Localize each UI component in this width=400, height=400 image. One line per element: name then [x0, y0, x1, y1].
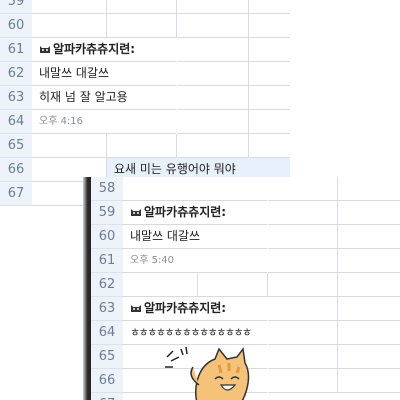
message-text: 내말쓰 대갈쓰 — [130, 229, 201, 243]
cell[interactable] — [338, 321, 400, 345]
cell[interactable] — [249, 14, 290, 38]
cat-face-icon — [39, 39, 51, 53]
cat-face-icon — [130, 202, 142, 216]
cell[interactable] — [268, 249, 338, 273]
sender-name: 알파카츄츄지련: — [53, 42, 136, 56]
cell[interactable] — [249, 62, 290, 86]
message-text: 히재 넘 잘 알고용 — [39, 90, 128, 104]
cell[interactable] — [338, 273, 400, 297]
row-header[interactable]: 58 — [91, 177, 123, 201]
cell[interactable] — [268, 201, 338, 225]
row-header[interactable]: 60 — [0, 14, 32, 38]
cell[interactable] — [249, 38, 290, 62]
cell[interactable] — [338, 345, 400, 369]
table-row: 63 알파카츄츄지련: — [91, 297, 400, 321]
cell[interactable] — [107, 0, 177, 14]
table-row: 65 — [0, 134, 290, 158]
table-row: 62 내말쓰 대갈쓰 — [0, 62, 290, 86]
cell[interactable] — [268, 273, 338, 297]
row-header[interactable]: 64 — [0, 110, 32, 134]
cell[interactable] — [177, 134, 249, 158]
cell[interactable] — [32, 0, 107, 14]
message-time: 오후 4:16 — [39, 116, 84, 127]
table-row: 59 — [0, 0, 290, 14]
sender-name: 알파카츄츄지련: — [144, 301, 227, 315]
laughing-cat-sticker — [159, 345, 259, 400]
message-text: 내말쓰 대갈쓰 — [39, 66, 110, 80]
cell[interactable] — [177, 0, 249, 14]
cell[interactable] — [198, 273, 268, 297]
cell[interactable] — [123, 177, 267, 201]
sender-name: 알파카츄츄지련: — [144, 205, 227, 219]
message-text: ㅎㅎㅎㅎㅎㅎㅎㅎㅎㅎㅎㅎㅎㅎ — [130, 326, 252, 339]
table-row: 62 — [91, 273, 400, 297]
cell[interactable] — [268, 345, 338, 369]
cell[interactable] — [107, 14, 177, 38]
row-header[interactable]: 66 — [0, 158, 32, 182]
cell[interactable] — [338, 201, 400, 225]
table-row: 63 히재 넘 잘 알고용 — [0, 86, 290, 110]
table-row: 60 내말쓰 대갈쓰 — [91, 225, 400, 249]
cell[interactable] — [249, 110, 290, 134]
table-row: 64 ㅎㅎㅎㅎㅎㅎㅎㅎㅎㅎㅎㅎㅎㅎ — [91, 321, 400, 345]
cell[interactable] — [177, 38, 249, 62]
cell[interactable] — [249, 0, 290, 14]
message-time: 오후 5:40 — [130, 255, 175, 266]
message-sender: 알파카츄츄지련: — [130, 201, 226, 224]
cell[interactable] — [338, 177, 400, 201]
cell[interactable] — [249, 86, 290, 110]
cell[interactable] — [32, 14, 107, 38]
row-header[interactable]: 63 — [0, 86, 32, 110]
cell[interactable] — [249, 134, 290, 158]
cell[interactable] — [177, 110, 249, 134]
cell[interactable] — [268, 225, 338, 249]
row-header[interactable]: 59 — [91, 201, 123, 225]
cell[interactable] — [338, 369, 400, 393]
table-row: 60 — [0, 14, 290, 38]
row-header[interactable]: 65 — [91, 345, 123, 369]
message-sender: 알파카츄츄지련: — [39, 38, 135, 61]
row-header[interactable]: 60 — [91, 225, 123, 249]
table-row: 61 오후 5:40 — [91, 249, 400, 273]
cell[interactable] — [338, 297, 400, 321]
cell[interactable] — [268, 321, 338, 345]
row-header[interactable]: 61 — [0, 38, 32, 62]
cell[interactable] — [268, 177, 338, 201]
message-sender: 알파카츄츄지련: — [130, 297, 226, 320]
table-row: 61 알파카츄츄지련: — [0, 38, 290, 62]
row-header[interactable]: 62 — [0, 62, 32, 86]
cell[interactable] — [32, 134, 107, 158]
cell[interactable] — [177, 62, 249, 86]
cell[interactable] — [338, 225, 400, 249]
cell[interactable] — [107, 134, 177, 158]
cell[interactable] — [338, 249, 400, 273]
cell[interactable] — [268, 369, 338, 393]
cell[interactable] — [123, 273, 198, 297]
row-header[interactable]: 67 — [0, 182, 32, 206]
row-header[interactable]: 59 — [0, 0, 32, 14]
table-row: 64 오후 4:16 — [0, 110, 290, 134]
row-header[interactable]: 66 — [91, 369, 123, 393]
front-spreadsheet: 58 59 알파카츄츄지련: 60 내말쓰 대갈쓰 61 오후 5:40 62 — [91, 177, 400, 400]
cell[interactable] — [177, 86, 249, 110]
row-header[interactable]: 65 — [0, 134, 32, 158]
cell[interactable] — [268, 297, 338, 321]
row-header[interactable]: 62 — [91, 273, 123, 297]
cat-face-icon — [130, 298, 142, 312]
row-header[interactable]: 61 — [91, 249, 123, 273]
cell[interactable] — [177, 14, 249, 38]
table-row: 58 — [91, 177, 400, 201]
row-header[interactable]: 63 — [91, 297, 123, 321]
table-row: 59 알파카츄츄지련: — [91, 201, 400, 225]
row-header[interactable]: 64 — [91, 321, 123, 345]
row-header[interactable]: 67 — [91, 393, 123, 400]
